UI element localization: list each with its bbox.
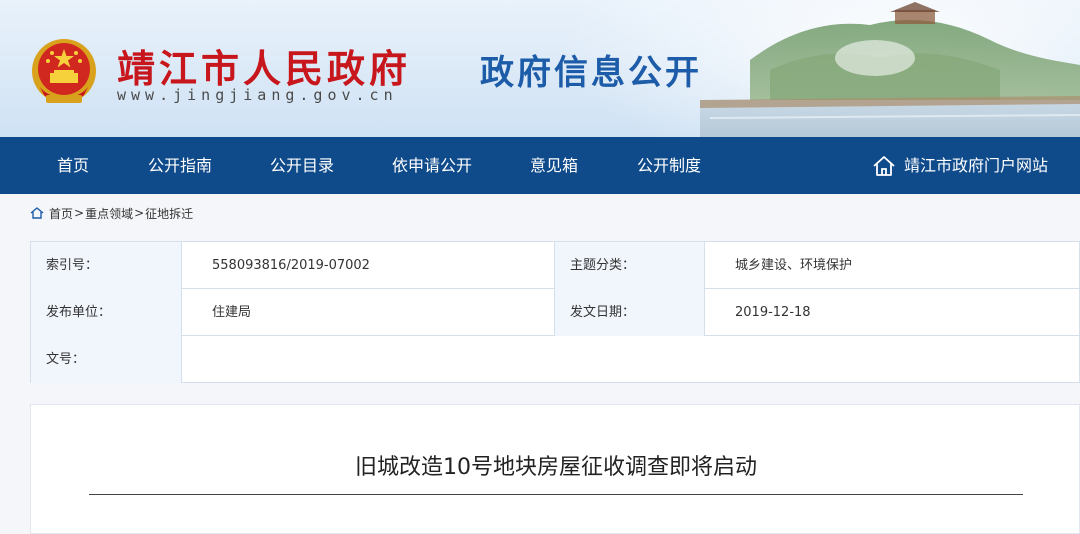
document-metadata-table: 索引号： 558093816/2019-07002 主题分类： 城乡建设、环境保… bbox=[30, 241, 1080, 383]
metadata-row: 文号： bbox=[31, 336, 1079, 383]
main-nav: 首页 公开指南 公开目录 依申请公开 意见箱 公开制度 靖江市政府门户网站 bbox=[0, 137, 1080, 194]
topic-category-value: 城乡建设、环境保护 bbox=[704, 242, 1079, 289]
breadcrumb-land-acquisition[interactable]: 征地拆迁 bbox=[145, 205, 193, 222]
home-icon bbox=[30, 207, 44, 219]
article-title: 旧城改造10号地块房屋征收调查即将启动 bbox=[355, 455, 757, 480]
topic-category-label: 主题分类： bbox=[554, 242, 704, 289]
site-name[interactable]: 靖江市人民政府 bbox=[117, 38, 411, 93]
nav-item-feedback[interactable]: 意见箱 bbox=[530, 137, 578, 194]
section-title: 政府信息公开 bbox=[480, 53, 702, 93]
issue-date-value: 2019-12-18 bbox=[704, 289, 1079, 336]
nav-item-policy[interactable]: 公开制度 bbox=[637, 137, 701, 194]
issue-date-label: 发文日期： bbox=[554, 289, 704, 336]
publisher-value: 住建局 bbox=[181, 289, 554, 336]
index-number-value: 558093816/2019-07002 bbox=[181, 242, 554, 289]
nav-item-catalog[interactable]: 公开目录 bbox=[270, 137, 334, 194]
breadcrumb-separator: > bbox=[74, 206, 85, 220]
document-number-label: 文号： bbox=[31, 336, 181, 383]
publisher-label: 发布单位： bbox=[31, 289, 181, 336]
national-emblem-icon bbox=[32, 39, 96, 103]
nav-item-home[interactable]: 首页 bbox=[57, 137, 89, 194]
breadcrumb-separator: > bbox=[134, 206, 145, 220]
home-outline-icon bbox=[873, 155, 895, 176]
metadata-row: 发布单位： 住建局 发文日期： 2019-12-18 bbox=[31, 289, 1079, 336]
article-panel: 旧城改造10号地块房屋征收调查即将启动 bbox=[30, 404, 1080, 534]
document-number-value bbox=[181, 336, 1079, 383]
nav-item-apply[interactable]: 依申请公开 bbox=[392, 137, 472, 194]
breadcrumb: 首页 > 重点领域 > 征地拆迁 bbox=[30, 203, 193, 223]
breadcrumb-key-areas[interactable]: 重点领域 bbox=[85, 205, 133, 222]
site-header: 靖江市人民政府 www.jingjiang.gov.cn 政府信息公开 bbox=[0, 0, 1080, 137]
title-divider bbox=[89, 494, 1023, 495]
nav-item-guide[interactable]: 公开指南 bbox=[148, 137, 212, 194]
index-number-label: 索引号： bbox=[31, 242, 181, 289]
portal-link-label: 靖江市政府门户网站 bbox=[904, 156, 1049, 175]
metadata-row: 索引号： 558093816/2019-07002 主题分类： 城乡建设、环境保… bbox=[31, 242, 1079, 289]
portal-link[interactable]: 靖江市政府门户网站 bbox=[872, 137, 1048, 194]
landscape-scenery-image bbox=[700, 2, 1080, 137]
breadcrumb-home[interactable]: 首页 bbox=[49, 205, 73, 222]
site-url: www.jingjiang.gov.cn bbox=[117, 86, 398, 104]
